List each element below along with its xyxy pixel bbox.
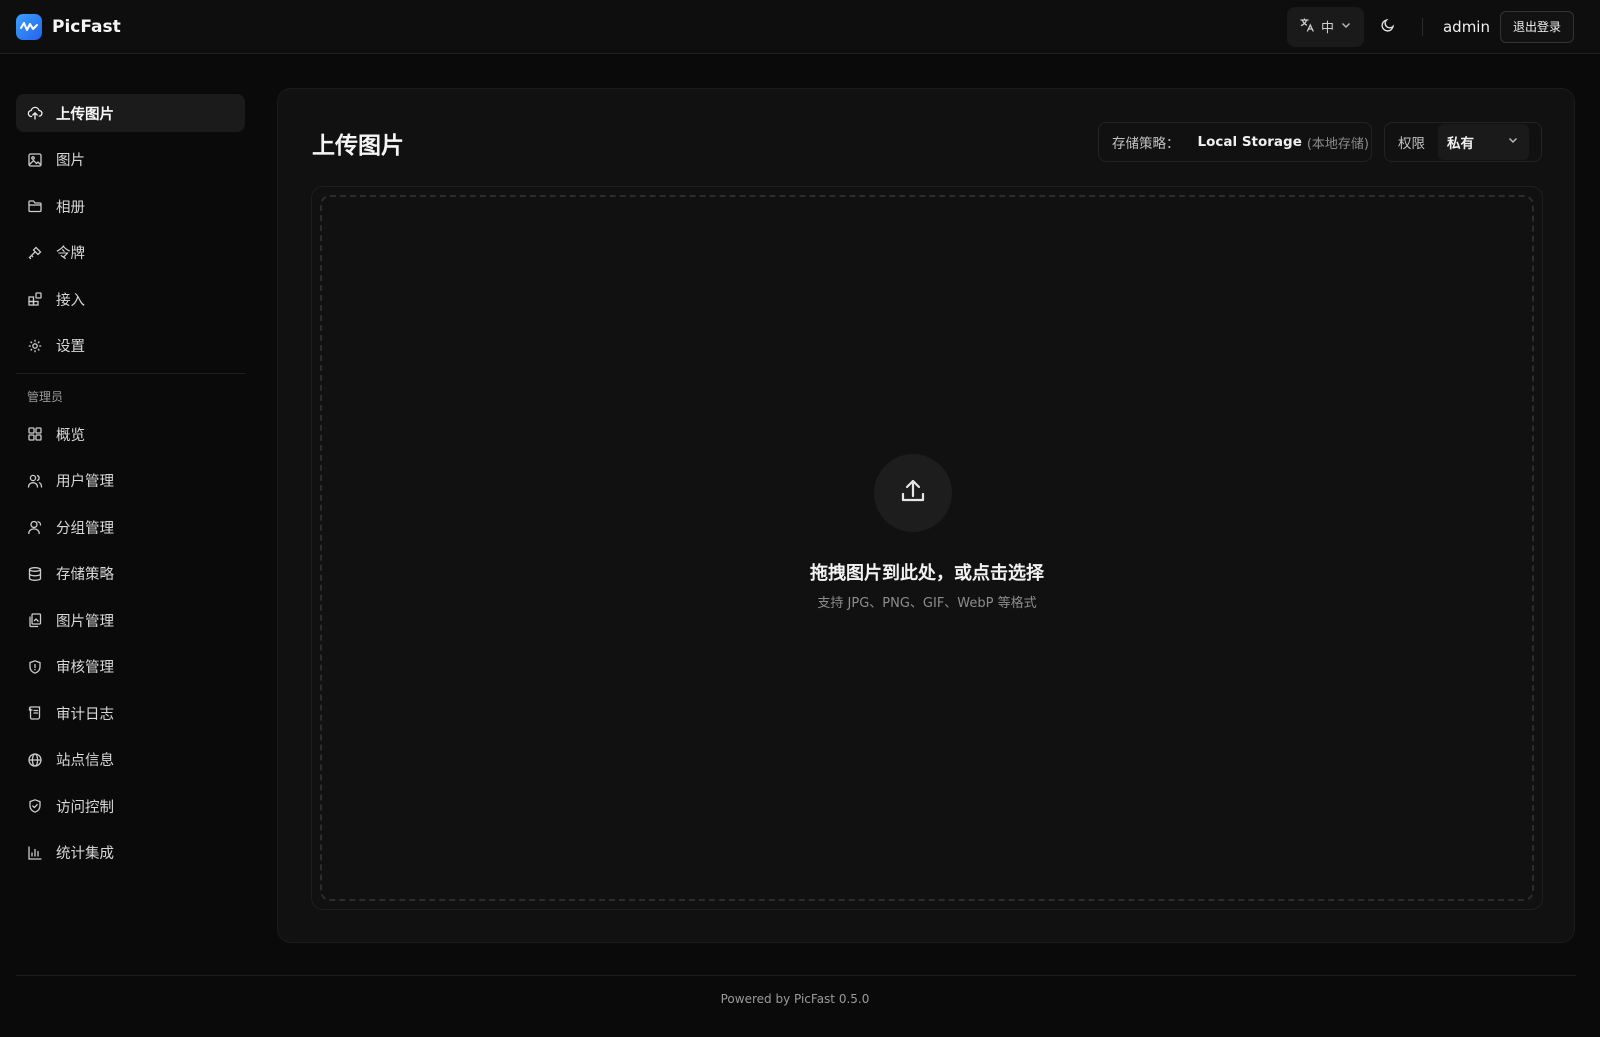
sidebar-item-images[interactable]: 图片	[16, 141, 245, 179]
sidebar-item-site-info[interactable]: 站点信息	[16, 741, 245, 779]
moon-icon	[1380, 17, 1396, 37]
storage-policy-value: Local Storage	[1197, 134, 1302, 150]
page-title: 上传图片	[312, 133, 404, 159]
theme-toggle[interactable]	[1368, 7, 1408, 47]
logout-button[interactable]: 退出登录	[1499, 10, 1574, 43]
sidebar-item-users[interactable]: 用户管理	[16, 462, 245, 500]
app-name: PicFast	[52, 16, 121, 37]
sidebar-item-label: 概览	[56, 427, 85, 444]
permission-value: 私有	[1447, 136, 1474, 152]
divider	[1421, 17, 1423, 36]
upload-panel: 上传图片 存储策略： Local Storage (本地存储) 权限 私有 拖拽…	[277, 88, 1575, 943]
sidebar-item-label: 用户管理	[56, 474, 114, 490]
sidebar: 上传图片 图片 相册 令牌 接入 设置 管理员 概览 用户管理 分组管理 存储策…	[16, 94, 245, 880]
permission-select[interactable]: 私有	[1438, 124, 1529, 160]
blocks-icon	[27, 291, 43, 307]
sidebar-item-settings[interactable]: 设置	[16, 327, 245, 365]
upload-icon	[898, 476, 928, 510]
shield-check-icon	[27, 798, 43, 814]
sidebar-item-label: 审计日志	[56, 706, 114, 723]
users-icon	[27, 473, 43, 489]
grid-icon	[27, 426, 43, 442]
sidebar-item-analytics[interactable]: 统计集成	[16, 834, 245, 872]
logo-icon	[16, 13, 42, 40]
chevron-down-icon	[1340, 19, 1352, 35]
sidebar-item-groups[interactable]: 分组管理	[16, 508, 245, 546]
folder-icon	[27, 198, 43, 214]
sidebar-item-label: 图片	[56, 153, 85, 169]
chevron-down-icon	[1507, 134, 1519, 150]
storage-policy-description: (本地存储)	[1306, 136, 1370, 152]
sidebar-item-access-control[interactable]: 访问控制	[16, 787, 245, 825]
database-icon	[27, 566, 43, 582]
sidebar-item-label: 相册	[56, 199, 85, 216]
cloud-upload-icon	[27, 105, 43, 121]
sidebar-item-upload[interactable]: 上传图片	[16, 94, 245, 132]
top-bar: PicFast 中 admin 退出登录	[0, 0, 1600, 54]
bar-chart-icon	[27, 845, 43, 861]
sidebar-item-label: 存储策略	[56, 567, 114, 583]
sidebar-item-review[interactable]: 审核管理	[16, 648, 245, 686]
image-icon	[27, 152, 43, 168]
sidebar-item-albums[interactable]: 相册	[16, 187, 245, 225]
dropzone-hint: 支持 JPG、PNG、GIF、WebP 等格式	[817, 596, 1037, 611]
brand[interactable]: PicFast	[16, 13, 121, 40]
dropzone-border	[320, 195, 1534, 901]
footer-divider	[16, 975, 1576, 976]
sidebar-item-label: 访问控制	[56, 799, 114, 816]
sidebar-item-image-management[interactable]: 图片管理	[16, 601, 245, 639]
username: admin	[1442, 17, 1490, 36]
sidebar-item-storage[interactable]: 存储策略	[16, 555, 245, 593]
dropzone-title: 拖拽图片到此处，或点击选择	[810, 563, 1044, 584]
sidebar-item-label: 分组管理	[56, 520, 114, 537]
key-icon	[27, 245, 43, 261]
language-label: 中	[1320, 21, 1334, 36]
scroll-icon	[27, 705, 43, 721]
globe-icon	[27, 752, 43, 768]
permission-box: 权限 私有	[1384, 122, 1542, 162]
storage-policy-label: 存储策略：	[1112, 136, 1180, 152]
copy-icon	[27, 612, 43, 628]
shield-alert-icon	[27, 659, 43, 675]
sidebar-group-label: 管理员	[27, 390, 64, 404]
sidebar-item-label: 设置	[56, 339, 85, 355]
sidebar-item-label: 令牌	[56, 246, 85, 262]
upload-dropzone[interactable]: 拖拽图片到此处，或点击选择 支持 JPG、PNG、GIF、WebP 等格式	[311, 186, 1543, 910]
sidebar-divider	[16, 373, 245, 374]
gear-icon	[27, 338, 43, 354]
translate-icon	[1299, 17, 1315, 37]
permission-label: 权限	[1398, 136, 1425, 152]
sidebar-item-audit-log[interactable]: 审计日志	[16, 694, 245, 732]
upload-button[interactable]	[874, 454, 952, 532]
storage-policy-selector[interactable]: 存储策略： Local Storage (本地存储)	[1098, 122, 1372, 162]
sidebar-item-label: 图片管理	[56, 613, 114, 630]
sidebar-item-label: 接入	[56, 292, 85, 309]
sidebar-item-label: 审核管理	[56, 660, 114, 676]
sidebar-item-overview[interactable]: 概览	[16, 415, 245, 453]
language-switcher[interactable]: 中	[1286, 6, 1364, 47]
sidebar-item-label: 上传图片	[56, 106, 114, 123]
sidebar-item-integrations[interactable]: 接入	[16, 280, 245, 318]
sidebar-item-tokens[interactable]: 令牌	[16, 234, 245, 272]
sidebar-item-label: 统计集成	[56, 846, 114, 862]
group-icon	[27, 519, 43, 535]
sidebar-item-label: 站点信息	[56, 753, 114, 769]
footer-text: Powered by PicFast 0.5.0	[720, 992, 870, 1006]
